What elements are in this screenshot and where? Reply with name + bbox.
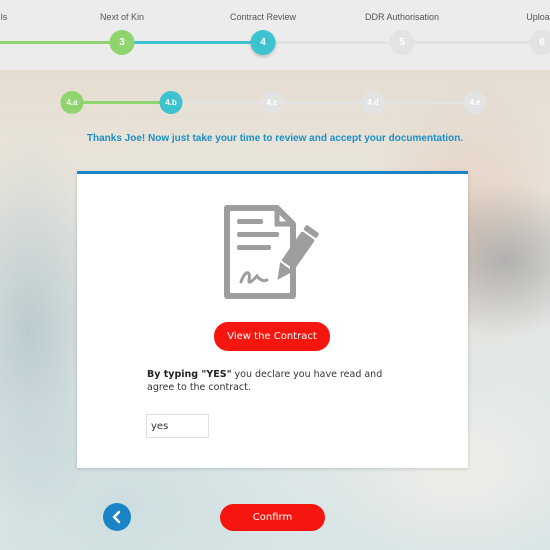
- yes-confirmation-input[interactable]: [146, 414, 209, 438]
- sub-line-pending: [171, 101, 475, 104]
- declaration-keyword: "YES": [201, 369, 232, 380]
- declaration-prefix: By typing: [147, 369, 202, 380]
- step-label-contract-review: Contract Review: [229, 12, 297, 22]
- confirm-button[interactable]: Confirm: [220, 504, 325, 531]
- contract-document-icon: [223, 204, 319, 305]
- sub-step-4b[interactable]: 4.b: [159, 91, 183, 114]
- step-node-ddr-authorisation[interactable]: 5: [389, 30, 415, 55]
- sub-step-4c[interactable]: 4.c: [260, 91, 284, 114]
- back-button[interactable]: [103, 503, 131, 531]
- sub-step-4a[interactable]: 4.a: [60, 91, 84, 114]
- declaration-text: By typing "YES" you declare you have rea…: [147, 368, 397, 394]
- progress-line-active: [122, 41, 263, 44]
- sub-line-done: [72, 101, 171, 104]
- thanks-message: Thanks Joe! Now just take your time to r…: [86, 133, 464, 144]
- chevron-left-icon: [112, 510, 121, 524]
- step-node-contract-review[interactable]: 4: [250, 30, 276, 55]
- sub-step-4d[interactable]: 4.d: [361, 91, 385, 114]
- contract-card: View the Contract By typing "YES" you de…: [77, 171, 468, 468]
- step-label-details: ls: [0, 12, 8, 22]
- sub-step-4e[interactable]: 4.e: [463, 91, 487, 114]
- step-node-next-of-kin[interactable]: 3: [109, 30, 135, 55]
- view-contract-button[interactable]: View the Contract: [214, 322, 330, 351]
- step-label-ddr-authorisation: DDR Authorisation: [364, 12, 440, 22]
- step-label-next-of-kin: Next of Kin: [99, 12, 145, 22]
- progress-line-done: [0, 41, 122, 44]
- step-node-upload[interactable]: 6: [529, 30, 550, 55]
- step-label-upload: Uploa: [526, 12, 550, 22]
- main-progress-bar: ls Next of Kin Contract Review DDR Autho…: [0, 0, 550, 70]
